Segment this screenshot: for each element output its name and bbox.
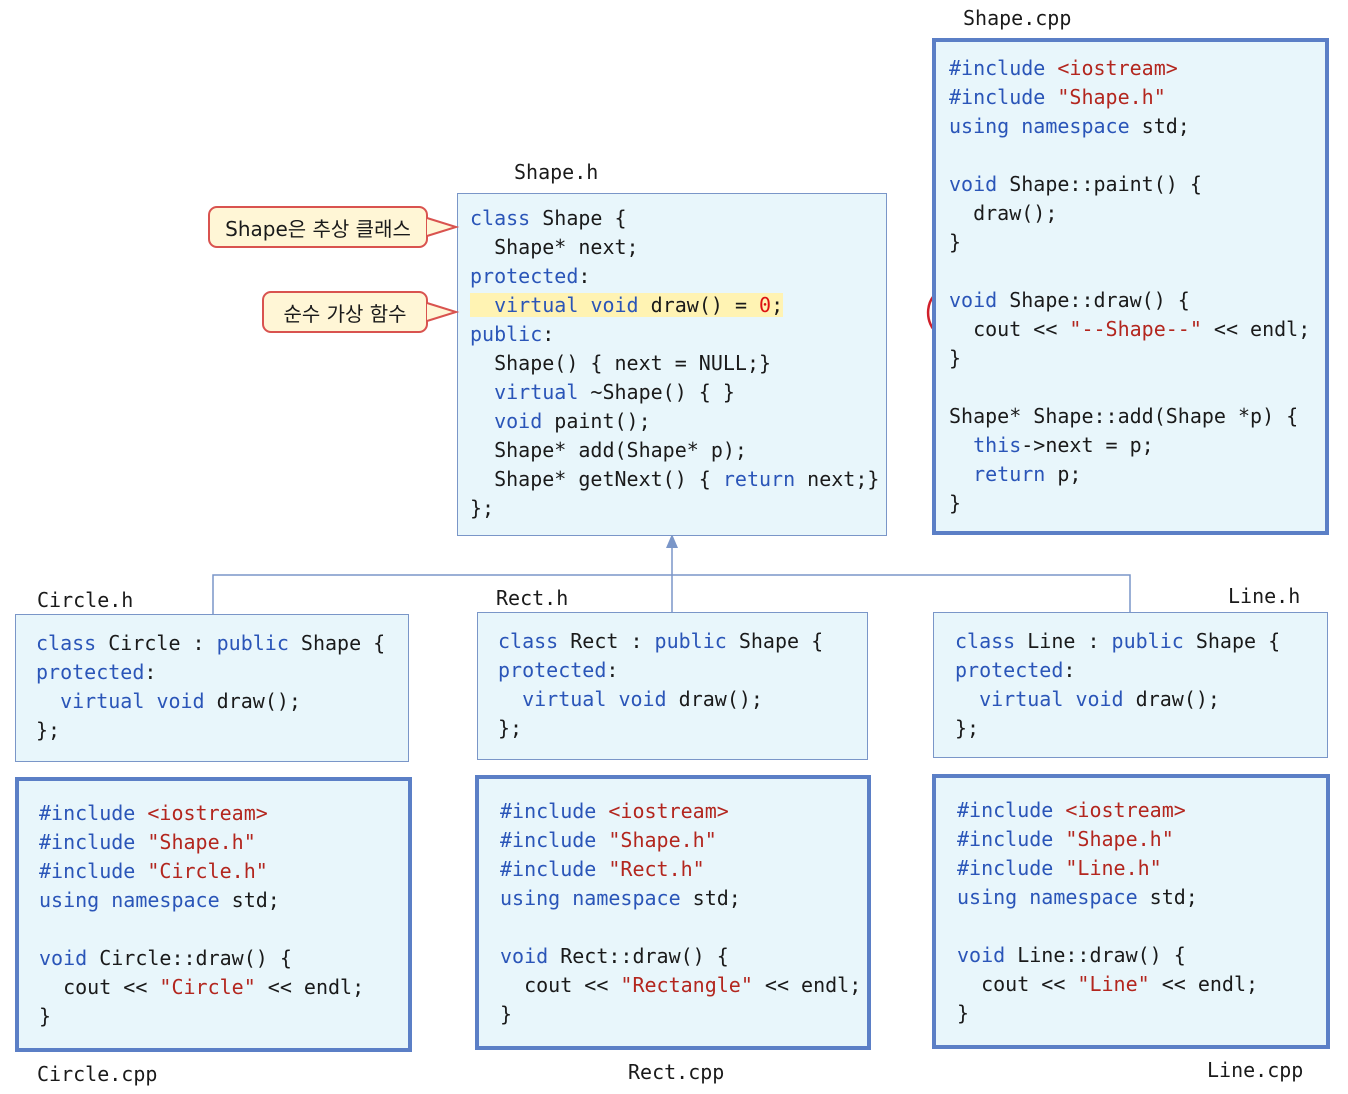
callout-pointers <box>426 217 460 322</box>
abstract-callout-pointer <box>426 217 460 237</box>
pure-virtual-callout-pointer <box>426 302 460 322</box>
